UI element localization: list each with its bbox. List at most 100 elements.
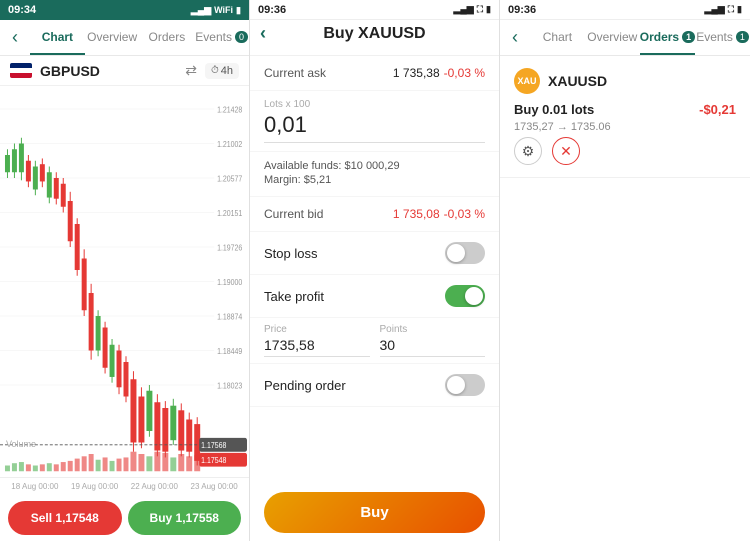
tab-orders-1[interactable]: Orders <box>140 20 195 55</box>
order-pnl: -$0,21 <box>699 102 736 117</box>
date-bar: 18 Aug 00:00 19 Aug 00:00 22 Aug 00:00 2… <box>0 477 249 495</box>
available-funds-label: Available funds: <box>264 160 341 172</box>
svg-text:1.21002: 1.21002 <box>217 139 242 149</box>
tab-bar-1: ‹ Chart Overview Orders Events 0 <box>0 20 249 56</box>
available-funds-value: $10 000,29 <box>345 160 400 172</box>
volume-label: Volume <box>6 439 36 449</box>
order-prices: 1735,27 → 1735.06 <box>514 121 736 133</box>
status-bar-1: 09:34 ▂▄▆ WiFi ▮ <box>0 0 249 20</box>
svg-text:1.18449: 1.18449 <box>217 346 242 356</box>
status-bar-3: 09:36 ▂▄▆ ⛶ ▮ <box>500 0 750 20</box>
order-lots: Buy 0.01 lots <box>514 102 594 117</box>
lots-section: Lots x 100 <box>250 91 499 152</box>
take-profit-label: Take profit <box>264 289 324 304</box>
points-input[interactable] <box>380 337 486 357</box>
points-field: Points <box>380 318 486 363</box>
current-ask-label: Current ask <box>264 66 326 80</box>
take-profit-row: Take profit <box>250 275 499 318</box>
chart-panel: 09:34 ▂▄▆ WiFi ▮ ‹ Chart Overview Orders… <box>0 0 250 541</box>
status-bar-2: 09:36 ▂▄▆ ⛶ ▮ <box>250 0 499 20</box>
take-profit-toggle[interactable] <box>445 285 485 307</box>
stop-loss-toggle[interactable] <box>445 242 485 264</box>
price-field-label: Price <box>264 324 370 335</box>
available-funds-row: Available funds: $10 000,29 <box>264 160 485 172</box>
wifi-icon: WiFi <box>214 5 233 15</box>
svg-text:1.21428: 1.21428 <box>217 105 242 115</box>
pending-order-label: Pending order <box>264 378 346 393</box>
order-item: XAU XAUUSD Buy 0.01 lots -$0,21 1735,27 … <box>500 56 750 178</box>
status-icons-1: ▂▄▆ WiFi ▮ <box>191 5 241 16</box>
lots-sublabel: Lots x 100 <box>264 99 485 110</box>
stop-loss-row: Stop loss <box>250 232 499 275</box>
tab-events-3[interactable]: Events 1 <box>695 20 750 55</box>
time-3: 09:36 <box>508 4 536 16</box>
tab-overview-1[interactable]: Overview <box>85 20 140 55</box>
buy-button[interactable]: Buy 1,17558 <box>128 501 242 535</box>
current-bid-row: Current bid 1 735,08 -0,03 % <box>250 197 499 232</box>
buy-panel: 09:36 ▂▄▆ ⛶ ▮ ‹ Buy XAUUSD Current ask 1… <box>250 0 500 541</box>
status-icons-2: ▂▄▆ ⛶ ▮ <box>454 4 492 15</box>
buy-header: ‹ Buy XAUUSD <box>250 20 499 56</box>
flag-icon <box>10 63 32 78</box>
svg-text:1.19726: 1.19726 <box>217 243 242 253</box>
lots-input[interactable] <box>264 112 485 143</box>
price-input[interactable] <box>264 337 370 357</box>
svg-text:1.18023: 1.18023 <box>217 381 242 391</box>
back-button-3[interactable]: ‹ <box>500 20 530 55</box>
xau-icon: XAU <box>514 68 540 94</box>
order-actions: ⚙ ✕ <box>514 137 736 165</box>
events-badge-3: 1 <box>736 31 749 43</box>
buy-action-button[interactable]: Buy <box>264 492 485 533</box>
status-icons-3: ▂▄▆ ⛶ ▮ <box>705 4 743 15</box>
pending-order-toggle[interactable] <box>445 374 485 396</box>
current-bid-value: 1 735,08 <box>393 207 440 221</box>
margin-value: $5,21 <box>304 174 332 186</box>
margin-label: Margin: <box>264 174 301 186</box>
chart-header: GBPUSD ⇄ ⏱ 4h <box>0 56 249 86</box>
current-ask-change: -0,03 % <box>444 66 485 80</box>
battery-icon-2: ▮ <box>486 4 491 15</box>
tab-orders-3[interactable]: Orders 1 <box>640 20 695 55</box>
sell-button[interactable]: Sell 1,17548 <box>8 501 122 535</box>
filter-icon[interactable]: ⇄ <box>185 62 197 79</box>
tab-chart-1[interactable]: Chart <box>30 20 85 55</box>
price-points-row: Price Points <box>250 318 499 364</box>
events-badge-1: 0 <box>235 31 248 43</box>
current-ask-value: 1 735,38 <box>393 66 440 80</box>
stop-loss-label: Stop loss <box>264 246 317 261</box>
date-2: 19 Aug 00:00 <box>71 482 118 491</box>
time-1: 09:34 <box>8 4 36 16</box>
signal-icon: ▂▄▆ <box>191 5 211 16</box>
svg-text:1.18874: 1.18874 <box>217 312 242 322</box>
date-3: 22 Aug 00:00 <box>131 482 178 491</box>
current-bid-change: -0,03 % <box>444 207 485 221</box>
action-bar-1: Sell 1,17548 Buy 1,17558 <box>0 495 249 541</box>
chart-controls: ⇄ ⏱ 4h <box>185 62 239 79</box>
tab-overview-3[interactable]: Overview <box>585 20 640 55</box>
tab-chart-3[interactable]: Chart <box>530 20 585 55</box>
battery-icon-3: ▮ <box>737 4 742 15</box>
battery-icon: ▮ <box>236 5 241 16</box>
signal-icon-3: ▂▄▆ <box>705 4 725 15</box>
funds-info: Available funds: $10 000,29 Margin: $5,2… <box>250 152 499 197</box>
svg-text:1.19000: 1.19000 <box>217 277 242 287</box>
svg-text:1.20151: 1.20151 <box>217 208 242 218</box>
time-2: 09:36 <box>258 4 286 16</box>
dots-icon: ⏱ <box>211 65 219 76</box>
current-ask-row: Current ask 1 735,38 -0,03 % <box>250 56 499 91</box>
settings-icon-btn[interactable]: ⚙ <box>514 137 542 165</box>
tab-events-1[interactable]: Events 0 <box>194 20 249 55</box>
chart-area[interactable]: 1.21428 1.21002 1.20577 1.20151 1.19726 … <box>0 86 249 477</box>
close-order-button[interactable]: ✕ <box>552 137 580 165</box>
instrument-name: GBPUSD <box>40 63 100 79</box>
order-instrument: XAU XAUUSD <box>514 68 736 94</box>
back-button-2[interactable]: ‹ <box>260 23 266 44</box>
buy-action-bar: Buy <box>250 484 499 541</box>
back-button-1[interactable]: ‹ <box>0 20 30 55</box>
date-1: 18 Aug 00:00 <box>11 482 58 491</box>
timeframe-badge[interactable]: ⏱ 4h <box>205 63 239 79</box>
points-field-label: Points <box>380 324 486 335</box>
wifi-icon-2: ⛶ <box>477 4 483 15</box>
svg-text:1.20577: 1.20577 <box>217 174 242 184</box>
buy-content: Current ask 1 735,38 -0,03 % Lots x 100 … <box>250 56 499 484</box>
